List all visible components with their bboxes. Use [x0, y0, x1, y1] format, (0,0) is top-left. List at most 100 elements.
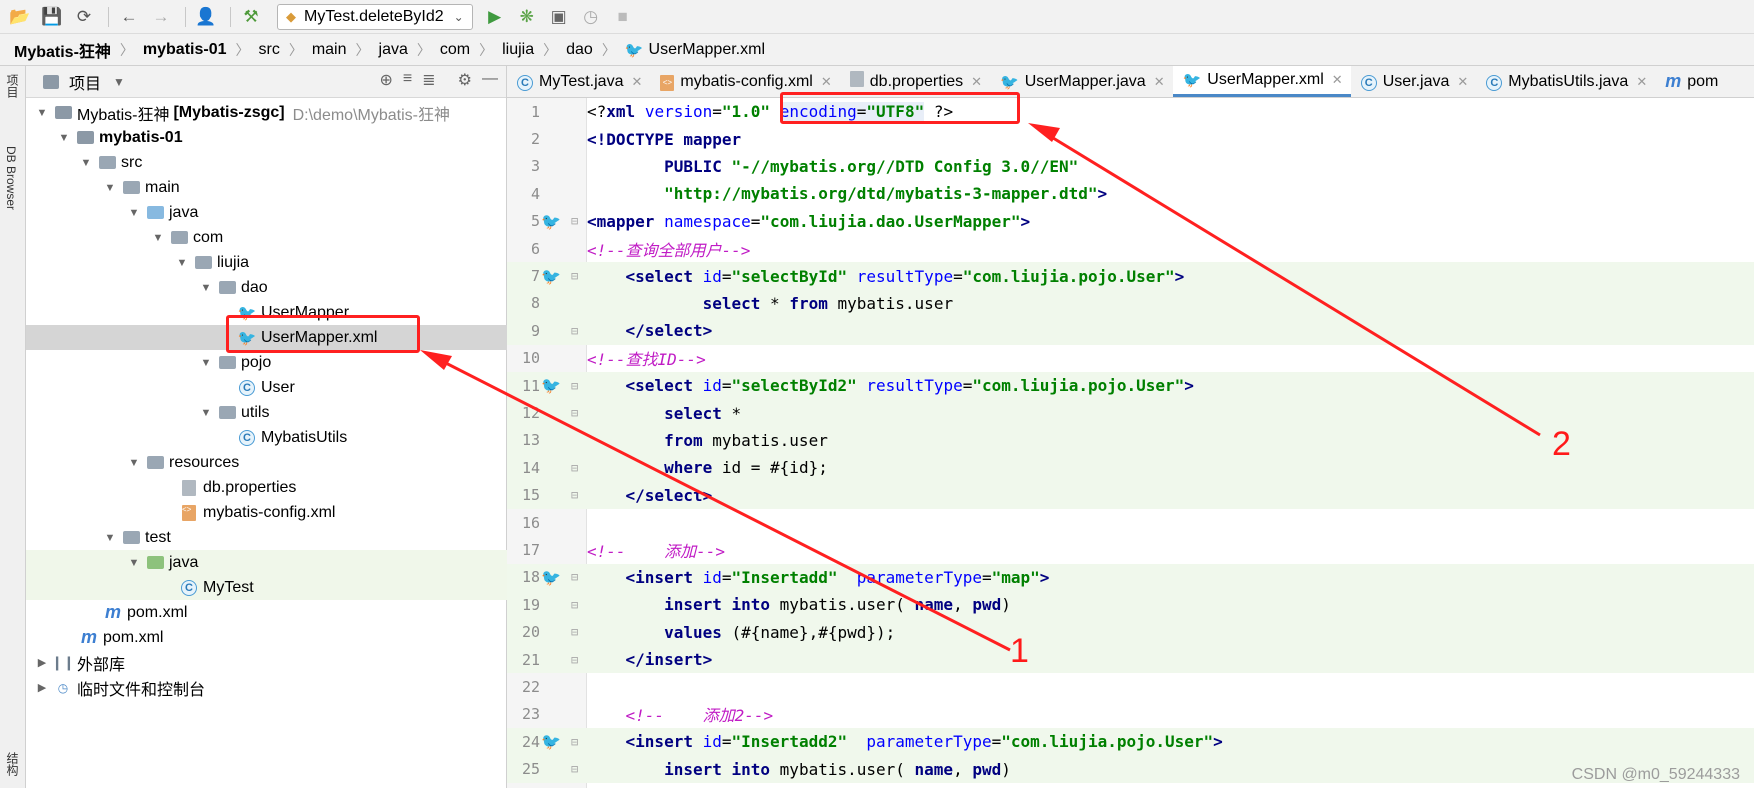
breadcrumb-item[interactable]: 🐦 UserMapper.xml [625, 41, 765, 59]
mybatis-navigate-icon[interactable]: 🐦 [541, 376, 561, 395]
tab-pom[interactable]: m pom [1655, 66, 1726, 97]
mybatis-navigate-icon[interactable]: 🐦 [541, 267, 561, 286]
close-icon[interactable]: ✕ [971, 74, 982, 90]
save-icon[interactable]: 💾 [38, 3, 66, 31]
fold-icon[interactable]: ⊟ [571, 653, 578, 667]
fold-icon[interactable]: ⊟ [571, 625, 578, 639]
locate-icon[interactable]: ⊕ [380, 70, 393, 90]
code-line[interactable]: 16 [507, 509, 1754, 536]
tree-node-package[interactable]: ▼ utils [26, 400, 507, 425]
fold-icon[interactable]: ⊟ [571, 406, 578, 420]
tab-mybatisutils-java[interactable]: C MybatisUtils.java ✕ [1476, 66, 1655, 97]
panel-title[interactable]: 项目 [69, 70, 101, 94]
expanded-arrow-icon[interactable]: ▼ [126, 557, 142, 569]
code-line[interactable]: 20 ⊟ values (#{name},#{pwd}); [507, 618, 1754, 646]
expanded-arrow-icon[interactable]: ▼ [198, 357, 214, 369]
code-line[interactable]: 21 ⊟ </insert> [507, 646, 1754, 674]
breadcrumb-item[interactable]: main [312, 41, 347, 59]
tree-node-package[interactable]: ▼ pojo [26, 350, 507, 375]
fold-icon[interactable]: ⊟ [571, 214, 578, 228]
breadcrumb-item[interactable]: Mybatis-狂神 [14, 38, 111, 62]
expanded-arrow-icon[interactable]: ▼ [102, 532, 118, 544]
expanded-arrow-icon[interactable]: ▼ [150, 232, 166, 244]
expanded-arrow-icon[interactable]: ▼ [102, 182, 118, 194]
code-line[interactable]: 3 PUBLIC "-//mybatis.org//DTD Config 3.0… [507, 153, 1754, 180]
mybatis-navigate-icon[interactable]: 🐦 [541, 732, 561, 751]
tree-node-file[interactable]: db.properties [26, 475, 507, 500]
tree-node-package[interactable]: ▼ com [26, 225, 507, 250]
tree-node-source-root[interactable]: ▼ java [26, 200, 507, 225]
code-line[interactable]: 12 ⊟ select * [507, 399, 1754, 427]
forward-icon[interactable]: → [147, 3, 175, 31]
fold-icon[interactable]: ⊟ [571, 598, 578, 612]
fold-icon[interactable]: ⊟ [571, 379, 578, 393]
open-folder-icon[interactable]: 📂 [6, 3, 34, 31]
tree-node-file[interactable]: m pom.xml [26, 600, 507, 625]
code-line[interactable]: 15 ⊟ </select> [507, 481, 1754, 509]
expanded-arrow-icon[interactable]: ▼ [56, 132, 72, 144]
project-tool-tab[interactable]: 项目 [4, 74, 21, 98]
code-line[interactable]: 19 ⊟ insert into mybatis.user( name, pwd) [507, 591, 1754, 619]
structure-tool-tab[interactable]: 结构 [4, 752, 21, 776]
fold-icon[interactable]: ⊟ [571, 269, 578, 283]
tree-node-folder[interactable]: ▼ test [26, 525, 507, 550]
code-line[interactable]: 1 <?xml version="1.0" encoding="UTF8" ?> [507, 98, 1754, 125]
tab-user-java[interactable]: C User.java ✕ [1351, 66, 1477, 97]
breadcrumb-item[interactable]: liujia [502, 41, 534, 59]
tree-node-package[interactable]: ▼ dao [26, 275, 507, 300]
breadcrumb-item[interactable]: com [440, 41, 470, 59]
expanded-arrow-icon[interactable]: ▼ [126, 457, 142, 469]
coverage-icon[interactable]: ▣ [545, 3, 573, 31]
code-line[interactable]: 4 "http://mybatis.org/dtd/mybatis-3-mapp… [507, 180, 1754, 207]
code-line[interactable]: 25 ⊟ insert into mybatis.user( name, pwd) [507, 755, 1754, 783]
fold-icon[interactable]: ⊟ [571, 762, 578, 776]
close-icon[interactable]: ✕ [1636, 74, 1647, 90]
tree-node-file[interactable]: C User [26, 375, 507, 400]
expanded-arrow-icon[interactable]: ▼ [126, 207, 142, 219]
collapsed-arrow-icon[interactable]: ▶ [34, 656, 50, 669]
tree-node-external-libraries[interactable]: ▶ ❙❙ 外部库 [26, 650, 507, 675]
close-icon[interactable]: ✕ [1154, 74, 1165, 90]
build-hammer-icon[interactable]: ⚒ [237, 3, 265, 31]
close-icon[interactable]: ✕ [1332, 72, 1343, 88]
tree-node-scratches[interactable]: ▶ ◷ 临时文件和控制台 [26, 675, 507, 700]
tree-node-module[interactable]: ▼ mybatis-01 [26, 125, 507, 150]
tab-usermapper-xml[interactable]: 🐦 UserMapper.xml ✕ [1172, 66, 1351, 97]
breadcrumb-item[interactable]: src [259, 41, 280, 59]
code-line[interactable]: 11 🐦 ⊟ <select id="selectById2" resultType… [507, 372, 1754, 400]
code-line[interactable]: 10 <!--查找ID--> [507, 345, 1754, 372]
db-browser-tool-tab[interactable]: DB Browser [4, 146, 18, 210]
stop-icon[interactable]: ■ [609, 3, 637, 31]
tree-node-package[interactable]: ▼ liujia [26, 250, 507, 275]
code-line[interactable]: 2 <!DOCTYPE mapper [507, 125, 1754, 152]
user-icon[interactable]: 👤 [192, 3, 220, 31]
tree-node-folder[interactable]: ▼ src [26, 150, 507, 175]
run-icon[interactable]: ▶ [481, 3, 509, 31]
tree-node-file[interactable]: <> mybatis-config.xml [26, 500, 507, 525]
expanded-arrow-icon[interactable]: ▼ [198, 282, 214, 294]
tree-node-resources[interactable]: ▼ resources [26, 450, 507, 475]
close-icon[interactable]: ✕ [631, 74, 642, 90]
close-icon[interactable]: ✕ [821, 74, 832, 90]
run-config-select[interactable]: ◆ MyTest.deleteById2 ⌄ [277, 3, 473, 30]
mybatis-navigate-icon[interactable]: 🐦 [541, 568, 561, 587]
code-line[interactable]: 24 🐦 ⊟ <insert id="Insertadd2" parameterTy… [507, 728, 1754, 756]
gear-icon[interactable]: ⚙ [458, 70, 472, 90]
debug-icon[interactable]: ❋ [513, 3, 541, 31]
tree-node-test-root[interactable]: ▼ java [26, 550, 507, 575]
fold-icon[interactable]: ⊟ [571, 324, 578, 338]
fold-icon[interactable]: ⊟ [571, 488, 578, 502]
collapsed-arrow-icon[interactable]: ▶ [34, 681, 50, 694]
code-line[interactable]: 9 ⊟ </select> [507, 317, 1754, 345]
code-line[interactable]: 23 <!-- 添加2--> [507, 701, 1754, 728]
code-line[interactable]: 8 select * from mybatis.user [507, 289, 1754, 318]
code-line[interactable]: 5 🐦 ⊟ <mapper namespace="com.liujia.dao.Use… [507, 208, 1754, 235]
code-line[interactable]: 18 🐦 ⊟ <insert id="Insertadd" parameterTyp… [507, 563, 1754, 592]
expanded-arrow-icon[interactable]: ▼ [198, 407, 214, 419]
tree-node-folder[interactable]: ▼ main [26, 175, 507, 200]
tree-node-project-root[interactable]: ▼ Mybatis-狂神 [Mybatis-zsgc] D:\demo\Myba… [26, 100, 507, 125]
breadcrumb-item[interactable]: mybatis-01 [143, 41, 227, 59]
fold-icon[interactable]: ⊟ [571, 461, 578, 475]
code-line[interactable]: 7 🐦 ⊟ <select id="selectById" resultType="… [507, 262, 1754, 290]
collapse-all-icon[interactable]: ≣ [422, 70, 435, 90]
